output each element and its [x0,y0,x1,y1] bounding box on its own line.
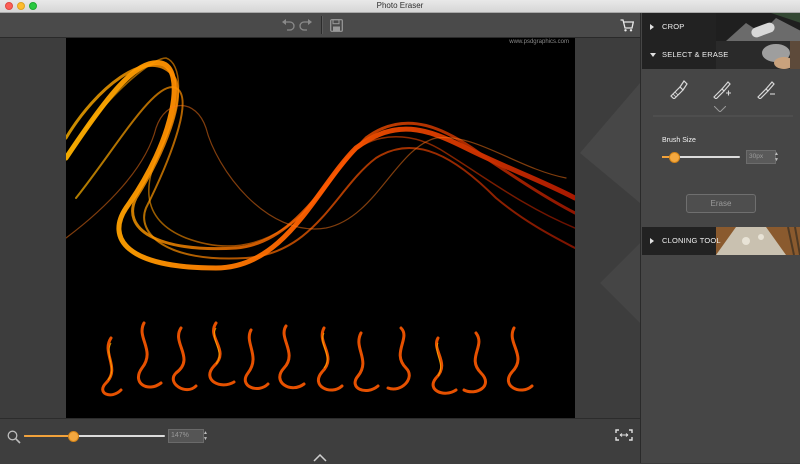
stepper-down-icon[interactable]: ▼ [203,436,208,442]
crop-section-thumbnail [716,13,800,41]
zoom-slider[interactable] [24,431,165,442]
cloning-expand-arrow-icon [650,238,654,244]
tools-panel: CROP SELECT & ERASE CLONING TOOL [640,13,800,463]
zoom-slider-thumb[interactable] [68,431,80,442]
window-title: Photo Eraser [376,1,424,10]
bottom-bar: 147% ▲ ▼ [0,418,640,464]
brush-size-slider-thumb[interactable] [668,152,680,163]
erase-tools-row [642,69,800,115]
brush-minus-icon[interactable] [756,79,776,99]
cloning-tool-section-header[interactable]: CLONING TOOL [642,227,800,255]
select-erase-section-label: SELECT & ERASE [662,50,729,59]
toolbar-divider [321,16,323,34]
image-watermark: www.psdgraphics.com [509,39,569,45]
zoom-slider-fill [24,435,74,437]
fit-to-screen-icon[interactable] [615,429,633,441]
select-erase-section-thumbnail [716,41,800,69]
tools-divider [653,115,793,117]
brush-size-field[interactable]: 30px [746,150,776,164]
brush-size-stepper[interactable]: ▲ ▼ [773,150,780,164]
brush-size-slider[interactable] [662,152,740,163]
brush-icon[interactable] [668,79,688,99]
stepper-down-icon[interactable]: ▼ [774,157,779,163]
select-erase-collapse-arrow-icon [650,53,656,57]
chevron-up-icon[interactable] [313,454,327,462]
canvas-background-shape [580,83,640,323]
cart-icon[interactable] [617,15,637,35]
select-erase-section-header[interactable]: SELECT & ERASE [642,41,800,69]
canvas-area[interactable]: www.psdgraphics.com [0,38,640,418]
cloning-tool-section-label: CLONING TOOL [662,236,721,245]
crop-section-label: CROP [662,22,685,31]
undo-icon[interactable] [278,15,298,35]
selected-tool-indicator [714,106,726,112]
zoom-stepper[interactable]: ▲ ▼ [202,429,209,443]
magnifier-icon [7,430,21,444]
flame-artwork [66,57,575,397]
top-toolbar [0,13,640,38]
crop-section-header[interactable]: CROP [642,13,800,41]
brush-plus-icon[interactable] [712,79,732,99]
photo-canvas[interactable]: www.psdgraphics.com [66,38,575,418]
zoom-value-field[interactable]: 147% [168,429,204,443]
save-icon[interactable] [326,15,346,35]
crop-expand-arrow-icon [650,24,654,30]
brush-size-label: Brush Size [662,137,696,144]
window-titlebar: Photo Eraser [0,0,800,13]
redo-icon[interactable] [296,15,316,35]
cloning-tool-section-thumbnail [716,227,800,255]
erase-button[interactable]: Erase [686,194,756,213]
